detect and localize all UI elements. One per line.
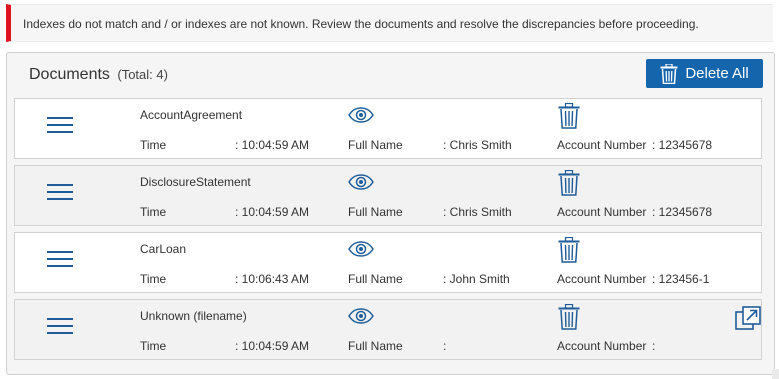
panel-title: Documents (Total: 4) xyxy=(29,66,168,84)
full-name-label: Full Name xyxy=(348,138,403,152)
eye-icon[interactable] xyxy=(348,241,374,257)
delete-all-button[interactable]: Delete All xyxy=(646,59,763,88)
time-label: Time xyxy=(140,272,167,286)
document-name: Unknown (filename) xyxy=(140,309,247,323)
time-label: Time xyxy=(140,339,167,353)
time-value: : 10:04:59 AM xyxy=(235,138,310,152)
account-number-value: : 12345678 xyxy=(652,138,713,152)
full-name-label: Full Name xyxy=(348,272,403,286)
time-value: : 10:04:59 AM xyxy=(235,339,310,353)
full-name-value: : Chris Smith xyxy=(443,205,512,219)
account-number-value: : xyxy=(652,339,656,353)
account-number-label: Account Number xyxy=(557,205,647,219)
drag-handle-icon[interactable] xyxy=(47,184,73,204)
full-name-label: Full Name xyxy=(348,205,403,219)
trash-icon[interactable] xyxy=(558,170,580,196)
drag-handle-icon[interactable] xyxy=(47,117,73,137)
document-row: Unknown (filename) Time : 10:04:59 AM Fu… xyxy=(14,299,762,360)
trash-icon[interactable] xyxy=(558,237,580,263)
account-number-value: : 12345678 xyxy=(652,205,713,219)
drag-handle-icon[interactable] xyxy=(47,251,73,271)
account-number-label: Account Number xyxy=(557,339,647,353)
document-count: (Total: 4) xyxy=(117,67,168,82)
document-name: AccountAgreement xyxy=(140,108,243,122)
document-row: CarLoan Time : 10:06:43 AM Full Name : J… xyxy=(14,232,762,293)
time-value: : 10:04:59 AM xyxy=(235,205,310,219)
full-name-value: : xyxy=(443,339,447,353)
trash-icon xyxy=(660,63,678,84)
time-value: : 10:06:43 AM xyxy=(235,272,310,286)
full-name-label: Full Name xyxy=(348,339,403,353)
account-number-value: : 123456-1 xyxy=(652,272,710,286)
scrollbar-corner xyxy=(772,369,779,379)
documents-panel: Documents (Total: 4) Delete All AccountA… xyxy=(6,52,775,375)
document-name: CarLoan xyxy=(140,242,187,256)
time-label: Time xyxy=(140,138,167,152)
external-link-icon[interactable] xyxy=(735,306,761,330)
drag-handle-icon[interactable] xyxy=(47,318,73,338)
eye-icon[interactable] xyxy=(348,107,374,123)
alert-banner: Indexes do not match and / or indexes ar… xyxy=(6,4,773,42)
alert-message: Indexes do not match and / or indexes ar… xyxy=(23,17,699,31)
eye-icon[interactable] xyxy=(348,308,374,324)
account-number-label: Account Number xyxy=(557,272,647,286)
document-row: DisclosureStatement Time : 10:04:59 AM F… xyxy=(14,165,762,226)
document-row: AccountAgreement Time : 10:04:59 AM Full… xyxy=(14,98,762,159)
account-number-label: Account Number xyxy=(557,138,647,152)
document-name: DisclosureStatement xyxy=(140,175,251,189)
trash-icon[interactable] xyxy=(558,103,580,129)
trash-icon[interactable] xyxy=(558,304,580,330)
time-label: Time xyxy=(140,205,167,219)
full-name-value: : Chris Smith xyxy=(443,138,512,152)
full-name-value: : John Smith xyxy=(443,272,510,286)
eye-icon[interactable] xyxy=(348,174,374,190)
delete-all-label: Delete All xyxy=(685,65,749,82)
panel-title-text: Documents xyxy=(29,66,110,83)
